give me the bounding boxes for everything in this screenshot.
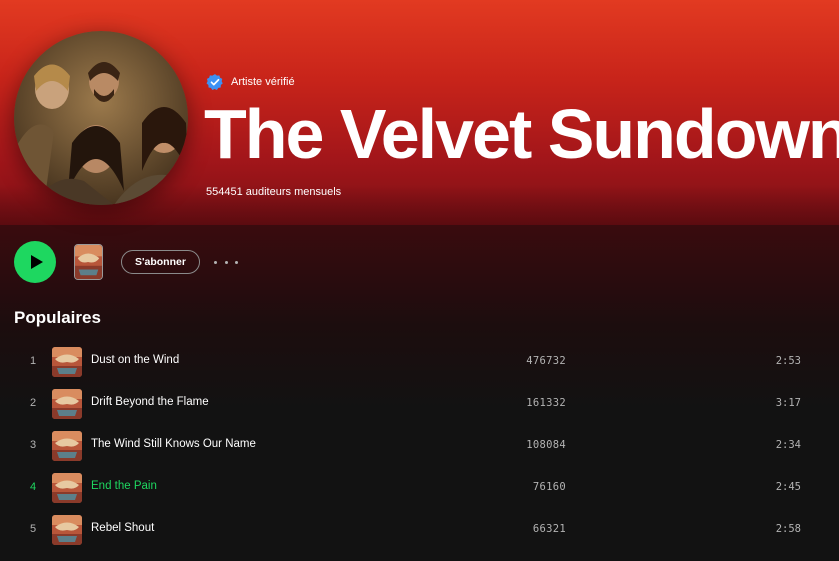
verified-artist-badge: Artiste vérifié [206,73,295,91]
track-play-count: 66321 [532,523,566,535]
track-play-count: 476732 [526,355,566,367]
track-play-count: 108084 [526,439,566,451]
track-duration: 3:17 [775,397,801,409]
track-cover [52,389,82,419]
artist-pick-cover[interactable] [74,244,103,280]
track-duration: 2:34 [775,439,801,451]
track-number: 4 [29,481,37,493]
verified-label: Artiste vérifié [231,76,295,88]
track-number: 5 [29,523,37,535]
play-button[interactable] [14,241,56,283]
track-duration: 2:45 [775,481,801,493]
track-row[interactable]: 2 Drift Beyond the Flame 161332 3:17 [14,383,826,425]
track-title[interactable]: End the Pain [91,480,157,492]
track-title[interactable]: Rebel Shout [91,522,154,534]
track-number: 1 [29,355,37,367]
follow-button[interactable]: S'abonner [121,250,200,274]
popular-section-title: Populaires [14,308,101,327]
track-title[interactable]: Dust on the Wind [91,354,179,366]
track-cover [52,347,82,377]
track-number: 3 [29,439,37,451]
more-options-dot [224,260,228,264]
track-row[interactable]: 3 The Wind Still Knows Our Name 108084 2… [14,425,826,467]
track-play-count: 161332 [526,397,566,409]
track-cover [52,515,82,545]
track-row[interactable]: 4 End the Pain 76160 2:45 [14,467,826,509]
track-number: 2 [29,397,37,409]
track-cover [52,431,82,461]
more-options-icon [214,260,217,264]
more-options-button[interactable] [214,254,238,270]
more-options-dot [235,260,238,264]
track-play-count: 76160 [532,481,566,493]
popular-track-list: 1 Dust on the Wind 476732 2:53 2 Drift B… [14,341,826,551]
play-icon [30,255,43,269]
track-duration: 2:58 [775,523,801,535]
track-row[interactable]: 5 Rebel Shout 66321 2:58 [14,509,826,551]
track-title[interactable]: The Wind Still Knows Our Name [91,438,256,450]
artist-photo [14,31,188,205]
verified-badge-icon [206,74,223,90]
track-duration: 2:53 [775,355,801,367]
track-title[interactable]: Drift Beyond the Flame [91,396,209,408]
track-cover [52,473,82,503]
monthly-listeners: 554451 auditeurs mensuels [206,186,342,198]
track-row[interactable]: 1 Dust on the Wind 476732 2:53 [14,341,826,383]
artist-name: The Velvet Sundown [204,95,839,173]
